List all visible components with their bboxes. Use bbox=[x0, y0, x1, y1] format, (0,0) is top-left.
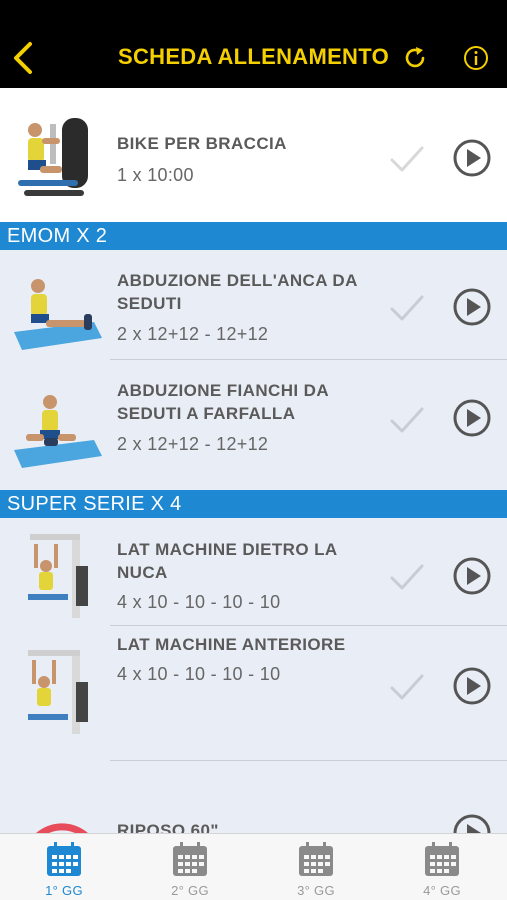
play-icon[interactable] bbox=[452, 138, 492, 178]
tab-bar: 1° GG 2° GG 3° GG 4° GG bbox=[0, 833, 507, 900]
exercise-sets: 2 x 12+12 - 12+12 bbox=[117, 324, 269, 344]
timer-icon bbox=[36, 823, 88, 833]
tab-day-2[interactable]: 2° GG bbox=[127, 834, 253, 900]
tab-day-4[interactable]: 4° GG bbox=[379, 834, 505, 900]
page-title: SCHEDA ALLENAMENTO bbox=[117, 44, 390, 69]
exercise-name: ABDUZIONE FIANCHI DA SEDUTI A FARFALLA bbox=[117, 381, 329, 423]
play-icon[interactable] bbox=[452, 287, 492, 327]
tab-day-1[interactable]: 1° GG bbox=[1, 834, 127, 900]
exercise-name: BIKE PER BRACCIA bbox=[117, 134, 287, 153]
top-bar: SCHEDA ALLENAMENTO bbox=[0, 0, 507, 88]
info-icon[interactable] bbox=[462, 44, 490, 72]
check-icon[interactable] bbox=[389, 562, 425, 592]
section-header: EMOM X 2 bbox=[0, 222, 507, 250]
play-icon[interactable] bbox=[452, 666, 492, 706]
refresh-icon[interactable] bbox=[401, 44, 429, 72]
list-item[interactable]: ABDUZIONE DELL'ANCA DA SEDUTI 2 x 12+12 … bbox=[0, 250, 507, 360]
exercise-name: LAT MACHINE DIETRO LA NUCA bbox=[117, 540, 337, 582]
workout-list[interactable]: BIKE PER BRACCIA 1 x 10:00 EMOM X 2 ABDU… bbox=[0, 88, 507, 833]
tab-label: 4° GG bbox=[423, 883, 461, 898]
exercise-name: LAT MACHINE ANTERIORE bbox=[117, 635, 346, 654]
exercise-name: RIPOSO 60" bbox=[117, 821, 219, 833]
list-item[interactable]: ABDUZIONE FIANCHI DA SEDUTI A FARFALLA 2… bbox=[0, 360, 507, 490]
play-icon[interactable] bbox=[452, 813, 492, 833]
calendar-icon bbox=[47, 842, 81, 876]
tab-label: 1° GG bbox=[45, 883, 83, 898]
exercise-thumbnail-butterfly-abduction bbox=[14, 395, 102, 468]
list-item[interactable]: LAT MACHINE DIETRO LA NUCA 4 x 10 - 10 -… bbox=[0, 518, 507, 626]
calendar-icon bbox=[299, 842, 333, 876]
play-icon[interactable] bbox=[452, 398, 492, 438]
check-icon[interactable] bbox=[389, 405, 425, 435]
check-icon[interactable] bbox=[389, 672, 425, 702]
calendar-icon bbox=[173, 842, 207, 876]
exercise-thumbnail-arm-bike bbox=[18, 118, 88, 196]
exercise-thumbnail-front-lat-machine bbox=[28, 650, 88, 734]
calendar-icon bbox=[425, 842, 459, 876]
exercise-sets: 4 x 10 - 10 - 10 - 10 bbox=[117, 592, 281, 612]
exercise-thumbnail-lat-machine bbox=[28, 534, 88, 618]
exercise-name: ABDUZIONE DELL'ANCA DA SEDUTI bbox=[117, 271, 358, 313]
tab-label: 2° GG bbox=[171, 883, 209, 898]
check-icon[interactable] bbox=[389, 144, 425, 174]
chevron-left-icon[interactable] bbox=[10, 40, 36, 76]
exercise-sets: 1 x 10:00 bbox=[117, 165, 194, 185]
tab-label: 3° GG bbox=[297, 883, 335, 898]
list-item[interactable]: LAT MACHINE ANTERIORE 4 x 10 - 10 - 10 -… bbox=[0, 626, 507, 761]
list-item[interactable]: RIPOSO 60" bbox=[0, 761, 507, 833]
exercise-thumbnail-hip-abduction bbox=[14, 279, 102, 350]
list-item[interactable]: BIKE PER BRACCIA 1 x 10:00 bbox=[0, 88, 507, 222]
exercise-sets: 2 x 12+12 - 12+12 bbox=[117, 434, 269, 454]
section-header: SUPER SERIE X 4 bbox=[0, 490, 507, 518]
check-icon[interactable] bbox=[389, 293, 425, 323]
tab-day-3[interactable]: 3° GG bbox=[253, 834, 379, 900]
exercise-sets: 4 x 10 - 10 - 10 - 10 bbox=[117, 664, 281, 684]
play-icon[interactable] bbox=[452, 556, 492, 596]
